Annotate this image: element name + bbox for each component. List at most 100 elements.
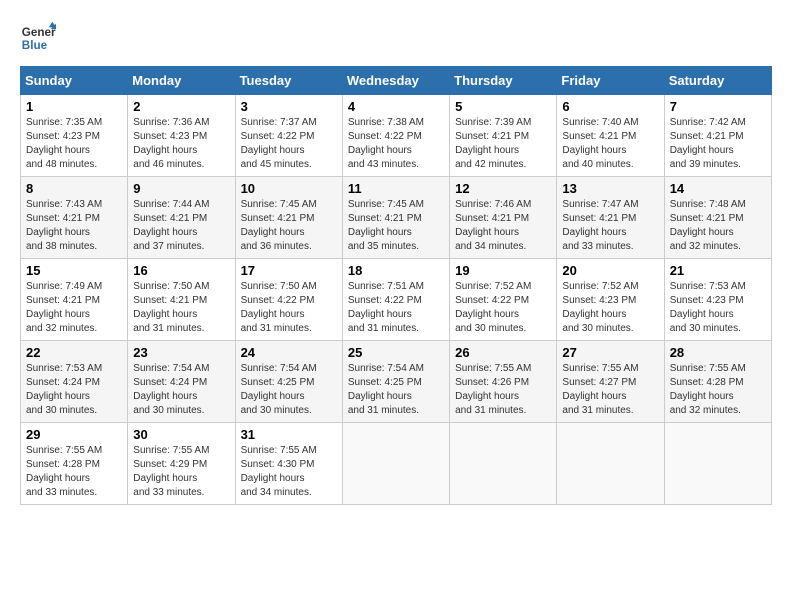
day-info: Sunrise: 7:35 AMSunset: 4:23 PMDaylight …: [26, 116, 122, 172]
day-info: Sunrise: 7:54 AMSunset: 4:25 PMDaylight …: [348, 362, 444, 418]
day-number: 16: [133, 263, 229, 278]
calendar-cell: 31 Sunrise: 7:55 AMSunset: 4:30 PMDayligh…: [235, 423, 342, 505]
calendar-cell: 17 Sunrise: 7:50 AMSunset: 4:22 PMDayligh…: [235, 259, 342, 341]
day-info: Sunrise: 7:55 AMSunset: 4:27 PMDaylight …: [562, 362, 658, 418]
col-header-wednesday: Wednesday: [342, 67, 449, 95]
day-info: Sunrise: 7:47 AMSunset: 4:21 PMDaylight …: [562, 198, 658, 254]
calendar-cell: 14 Sunrise: 7:48 AMSunset: 4:21 PMDayligh…: [664, 177, 771, 259]
day-info: Sunrise: 7:50 AMSunset: 4:22 PMDaylight …: [241, 280, 337, 336]
day-info: Sunrise: 7:53 AMSunset: 4:23 PMDaylight …: [670, 280, 766, 336]
calendar-header-row: SundayMondayTuesdayWednesdayThursdayFrid…: [21, 67, 772, 95]
day-number: 12: [455, 181, 551, 196]
calendar-cell: 15Sunrise: 7:49 AMSunset: 4:21 PMDayligh…: [21, 259, 128, 341]
day-number: 7: [670, 99, 766, 114]
day-info: Sunrise: 7:36 AMSunset: 4:23 PMDaylight …: [133, 116, 229, 172]
calendar-cell: 23Sunrise: 7:54 AMSunset: 4:24 PMDayligh…: [128, 341, 235, 423]
calendar-cell: 27Sunrise: 7:55 AMSunset: 4:27 PMDayligh…: [557, 341, 664, 423]
day-number: 17: [241, 263, 337, 278]
day-number: 26: [455, 345, 551, 360]
svg-text:General: General: [22, 26, 56, 39]
calendar-cell: 7 Sunrise: 7:42 AMSunset: 4:21 PMDaylight…: [664, 95, 771, 177]
calendar-cell: 18 Sunrise: 7:51 AMSunset: 4:22 PMDayligh…: [342, 259, 449, 341]
day-info: Sunrise: 7:48 AMSunset: 4:21 PMDaylight …: [670, 198, 766, 254]
svg-text:Blue: Blue: [22, 39, 48, 52]
day-number: 14: [670, 181, 766, 196]
calendar-cell: 12Sunrise: 7:46 AMSunset: 4:21 PMDayligh…: [450, 177, 557, 259]
day-number: 25: [348, 345, 444, 360]
day-info: Sunrise: 7:38 AMSunset: 4:22 PMDaylight …: [348, 116, 444, 172]
day-info: Sunrise: 7:42 AMSunset: 4:21 PMDaylight …: [670, 116, 766, 172]
day-number: 18: [348, 263, 444, 278]
day-info: Sunrise: 7:43 AMSunset: 4:21 PMDaylight …: [26, 198, 122, 254]
day-info: Sunrise: 7:50 AMSunset: 4:21 PMDaylight …: [133, 280, 229, 336]
day-number: 21: [670, 263, 766, 278]
calendar-cell: 11 Sunrise: 7:45 AMSunset: 4:21 PMDayligh…: [342, 177, 449, 259]
day-number: 13: [562, 181, 658, 196]
day-number: 5: [455, 99, 551, 114]
day-number: 3: [241, 99, 337, 114]
col-header-tuesday: Tuesday: [235, 67, 342, 95]
day-number: 30: [133, 427, 229, 442]
day-number: 11: [348, 181, 444, 196]
col-header-monday: Monday: [128, 67, 235, 95]
day-number: 23: [133, 345, 229, 360]
day-info: Sunrise: 7:53 AMSunset: 4:24 PMDaylight …: [26, 362, 122, 418]
day-number: 29: [26, 427, 122, 442]
day-info: Sunrise: 7:45 AMSunset: 4:21 PMDaylight …: [241, 198, 337, 254]
calendar-week-2: 8 Sunrise: 7:43 AMSunset: 4:21 PMDaylight…: [21, 177, 772, 259]
calendar-cell: 29 Sunrise: 7:55 AMSunset: 4:28 PMDayligh…: [21, 423, 128, 505]
day-info: Sunrise: 7:51 AMSunset: 4:22 PMDaylight …: [348, 280, 444, 336]
calendar-week-3: 15Sunrise: 7:49 AMSunset: 4:21 PMDayligh…: [21, 259, 772, 341]
calendar-cell: 1 Sunrise: 7:35 AMSunset: 4:23 PMDaylight…: [21, 95, 128, 177]
logo-icon: General Blue: [20, 20, 56, 56]
day-info: Sunrise: 7:45 AMSunset: 4:21 PMDaylight …: [348, 198, 444, 254]
day-number: 6: [562, 99, 658, 114]
calendar-cell: 6Sunrise: 7:40 AMSunset: 4:21 PMDaylight…: [557, 95, 664, 177]
calendar-cell: 16 Sunrise: 7:50 AMSunset: 4:21 PMDayligh…: [128, 259, 235, 341]
calendar-table: SundayMondayTuesdayWednesdayThursdayFrid…: [20, 66, 772, 505]
day-info: Sunrise: 7:49 AMSunset: 4:21 PMDaylight …: [26, 280, 122, 336]
calendar-cell: 24Sunrise: 7:54 AMSunset: 4:25 PMDayligh…: [235, 341, 342, 423]
calendar-cell: 2Sunrise: 7:36 AMSunset: 4:23 PMDaylight…: [128, 95, 235, 177]
calendar-cell: 10Sunrise: 7:45 AMSunset: 4:21 PMDayligh…: [235, 177, 342, 259]
day-info: Sunrise: 7:55 AMSunset: 4:26 PMDaylight …: [455, 362, 551, 418]
day-info: Sunrise: 7:55 AMSunset: 4:30 PMDaylight …: [241, 444, 337, 500]
day-number: 1: [26, 99, 122, 114]
header: General Blue: [20, 20, 772, 56]
calendar-cell: [342, 423, 449, 505]
day-number: 8: [26, 181, 122, 196]
col-header-friday: Friday: [557, 67, 664, 95]
calendar-week-1: 1 Sunrise: 7:35 AMSunset: 4:23 PMDaylight…: [21, 95, 772, 177]
calendar-cell: 9 Sunrise: 7:44 AMSunset: 4:21 PMDaylight…: [128, 177, 235, 259]
col-header-thursday: Thursday: [450, 67, 557, 95]
day-info: Sunrise: 7:54 AMSunset: 4:25 PMDaylight …: [241, 362, 337, 418]
logo: General Blue: [20, 20, 56, 56]
calendar-cell: 20 Sunrise: 7:52 AMSunset: 4:23 PMDayligh…: [557, 259, 664, 341]
calendar-cell: [664, 423, 771, 505]
day-number: 31: [241, 427, 337, 442]
day-info: Sunrise: 7:39 AMSunset: 4:21 PMDaylight …: [455, 116, 551, 172]
calendar-cell: 19Sunrise: 7:52 AMSunset: 4:22 PMDayligh…: [450, 259, 557, 341]
calendar-cell: 21 Sunrise: 7:53 AMSunset: 4:23 PMDayligh…: [664, 259, 771, 341]
day-info: Sunrise: 7:55 AMSunset: 4:29 PMDaylight …: [133, 444, 229, 500]
day-number: 4: [348, 99, 444, 114]
calendar-cell: 30 Sunrise: 7:55 AMSunset: 4:29 PMDayligh…: [128, 423, 235, 505]
calendar-cell: 25 Sunrise: 7:54 AMSunset: 4:25 PMDayligh…: [342, 341, 449, 423]
calendar-cell: [450, 423, 557, 505]
calendar-cell: 3Sunrise: 7:37 AMSunset: 4:22 PMDaylight…: [235, 95, 342, 177]
calendar-cell: 28Sunrise: 7:55 AMSunset: 4:28 PMDayligh…: [664, 341, 771, 423]
day-info: Sunrise: 7:44 AMSunset: 4:21 PMDaylight …: [133, 198, 229, 254]
day-info: Sunrise: 7:52 AMSunset: 4:22 PMDaylight …: [455, 280, 551, 336]
calendar-cell: 4 Sunrise: 7:38 AMSunset: 4:22 PMDaylight…: [342, 95, 449, 177]
col-header-saturday: Saturday: [664, 67, 771, 95]
calendar-cell: 22 Sunrise: 7:53 AMSunset: 4:24 PMDayligh…: [21, 341, 128, 423]
calendar-week-4: 22 Sunrise: 7:53 AMSunset: 4:24 PMDayligh…: [21, 341, 772, 423]
day-number: 9: [133, 181, 229, 196]
calendar-cell: 8 Sunrise: 7:43 AMSunset: 4:21 PMDaylight…: [21, 177, 128, 259]
day-info: Sunrise: 7:52 AMSunset: 4:23 PMDaylight …: [562, 280, 658, 336]
calendar-cell: 26 Sunrise: 7:55 AMSunset: 4:26 PMDayligh…: [450, 341, 557, 423]
day-number: 22: [26, 345, 122, 360]
calendar-cell: 13 Sunrise: 7:47 AMSunset: 4:21 PMDayligh…: [557, 177, 664, 259]
day-number: 20: [562, 263, 658, 278]
day-info: Sunrise: 7:55 AMSunset: 4:28 PMDaylight …: [26, 444, 122, 500]
